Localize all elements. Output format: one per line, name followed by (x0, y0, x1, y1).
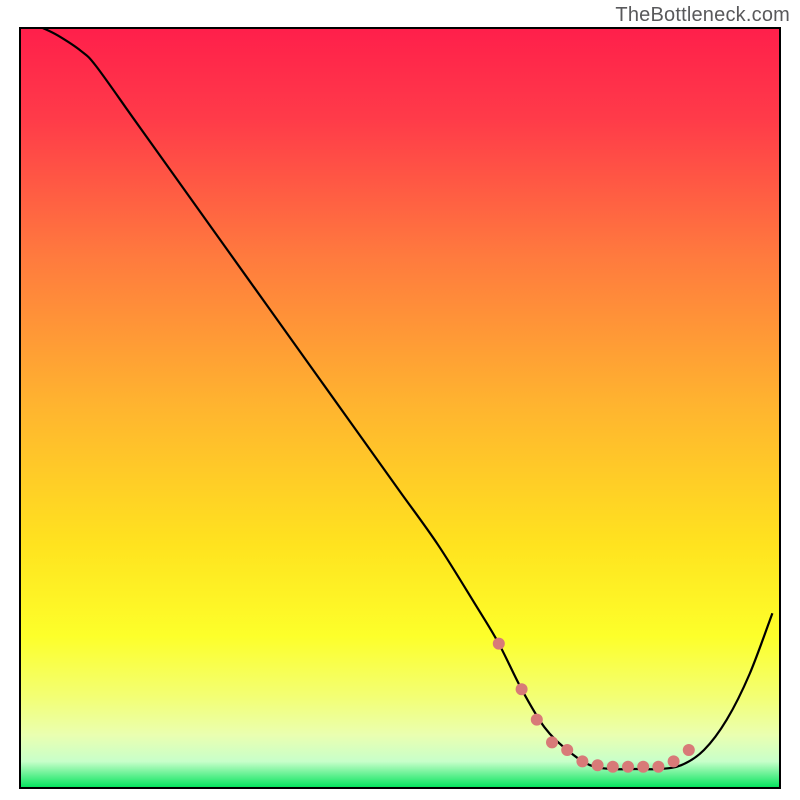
valley-point (652, 761, 664, 773)
valley-point (493, 638, 505, 650)
valley-point (576, 755, 588, 767)
valley-point (607, 761, 619, 773)
valley-point (516, 683, 528, 695)
valley-point (622, 761, 634, 773)
plot-background (20, 28, 780, 788)
valley-point (546, 736, 558, 748)
valley-point (592, 759, 604, 771)
chart-svg (0, 0, 800, 800)
valley-point (637, 761, 649, 773)
chart-stage: TheBottleneck.com (0, 0, 800, 800)
valley-point (561, 744, 573, 756)
valley-point (668, 755, 680, 767)
valley-point (683, 744, 695, 756)
valley-point (531, 714, 543, 726)
